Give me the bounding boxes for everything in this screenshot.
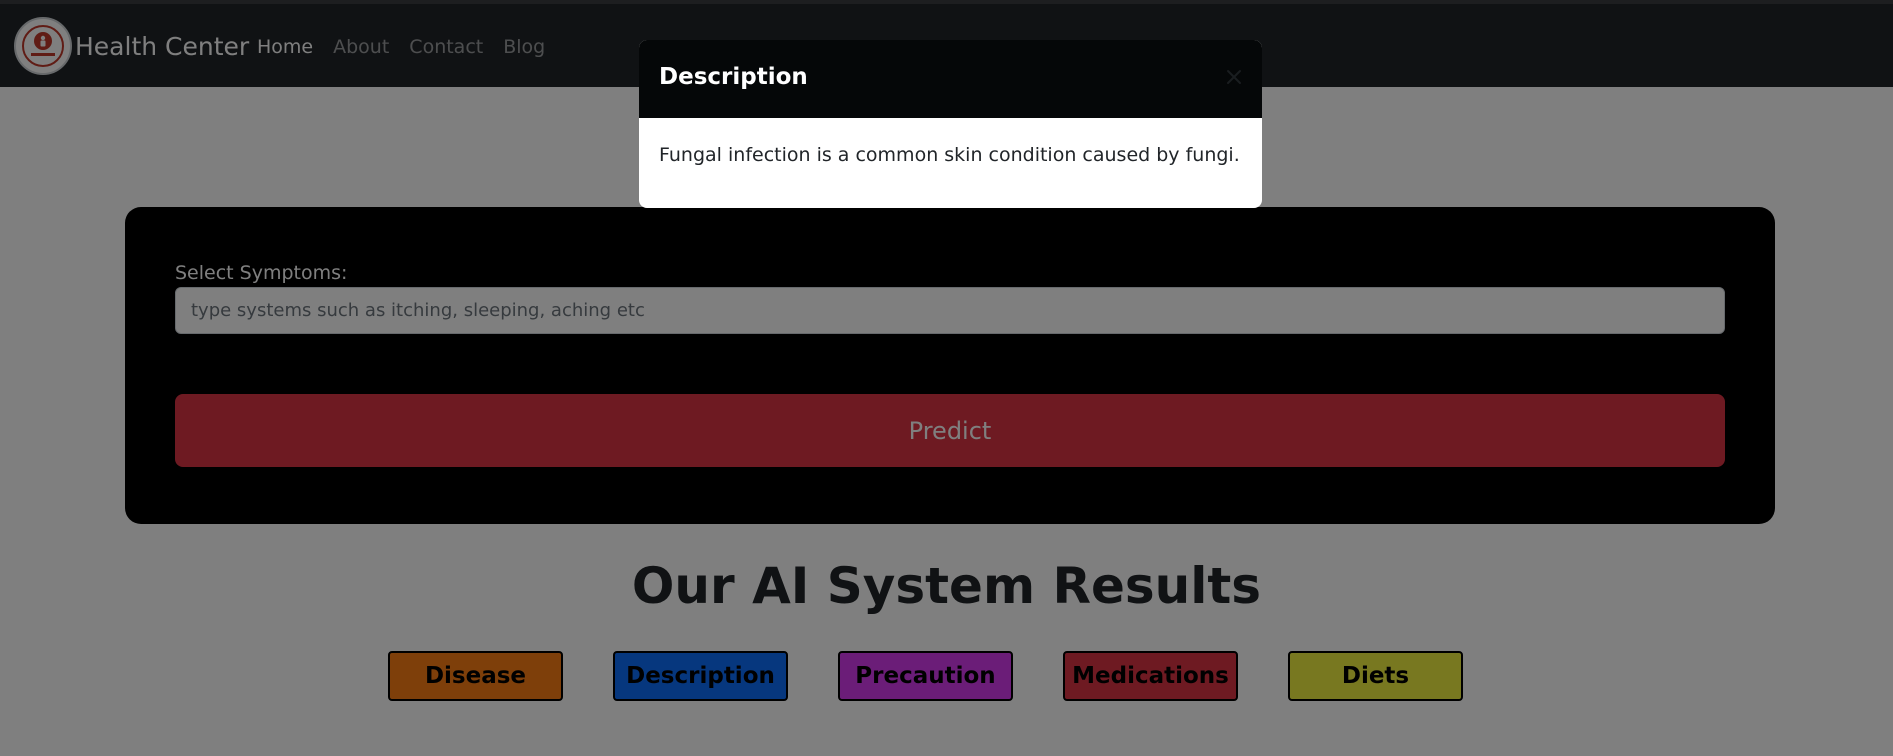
- close-icon[interactable]: [1219, 62, 1249, 92]
- modal-header: Description: [639, 40, 1262, 118]
- description-modal: Description Fungal infection is a common…: [639, 40, 1262, 208]
- modal-title: Description: [659, 64, 808, 90]
- modal-body-text: Fungal infection is a common skin condit…: [659, 144, 1240, 166]
